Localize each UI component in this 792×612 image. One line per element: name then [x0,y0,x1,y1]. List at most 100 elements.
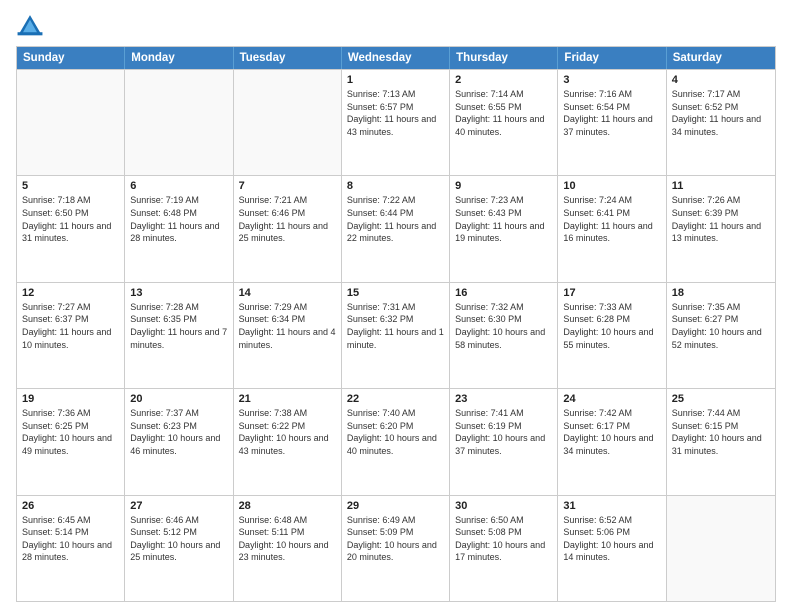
cell-info: Sunrise: 7:32 AMSunset: 6:30 PMDaylight:… [455,301,552,351]
cell-day-number: 25 [672,393,770,405]
cell-day-number: 6 [130,180,227,192]
cell-info: Sunrise: 7:19 AMSunset: 6:48 PMDaylight:… [130,194,227,244]
cell-day-number: 15 [347,287,444,299]
cell-info: Sunrise: 7:38 AMSunset: 6:22 PMDaylight:… [239,407,336,457]
table-row: 28 Sunrise: 6:48 AMSunset: 5:11 PMDayligh… [234,496,342,601]
cell-day-number: 3 [563,74,660,86]
cell-info: Sunrise: 7:41 AMSunset: 6:19 PMDaylight:… [455,407,552,457]
calendar-week-2: 5 Sunrise: 7:18 AMSunset: 6:50 PMDaylight… [17,175,775,281]
cell-info: Sunrise: 7:44 AMSunset: 6:15 PMDaylight:… [672,407,770,457]
cell-info: Sunrise: 7:37 AMSunset: 6:23 PMDaylight:… [130,407,227,457]
table-row: 11 Sunrise: 7:26 AMSunset: 6:39 PMDayligh… [667,176,775,281]
table-row: 19 Sunrise: 7:36 AMSunset: 6:25 PMDayligh… [17,389,125,494]
cell-info: Sunrise: 7:40 AMSunset: 6:20 PMDaylight:… [347,407,444,457]
cell-info: Sunrise: 6:52 AMSunset: 5:06 PMDaylight:… [563,514,660,564]
cell-day-number: 12 [22,287,119,299]
table-row: 27 Sunrise: 6:46 AMSunset: 5:12 PMDayligh… [125,496,233,601]
calendar-week-4: 19 Sunrise: 7:36 AMSunset: 6:25 PMDayligh… [17,388,775,494]
cell-info: Sunrise: 7:33 AMSunset: 6:28 PMDaylight:… [563,301,660,351]
calendar-week-1: 1 Sunrise: 7:13 AMSunset: 6:57 PMDaylight… [17,69,775,175]
cell-info: Sunrise: 7:21 AMSunset: 6:46 PMDaylight:… [239,194,336,244]
cell-day-number: 20 [130,393,227,405]
cell-info: Sunrise: 7:28 AMSunset: 6:35 PMDaylight:… [130,301,227,351]
cell-day-number: 10 [563,180,660,192]
table-row: 29 Sunrise: 6:49 AMSunset: 5:09 PMDayligh… [342,496,450,601]
cell-info: Sunrise: 7:35 AMSunset: 6:27 PMDaylight:… [672,301,770,351]
cal-header-day: Monday [125,47,233,69]
cal-header-day: Sunday [17,47,125,69]
cell-day-number: 4 [672,74,770,86]
cell-info: Sunrise: 7:14 AMSunset: 6:55 PMDaylight:… [455,88,552,138]
cell-day-number: 28 [239,500,336,512]
cell-day-number: 18 [672,287,770,299]
cell-info: Sunrise: 7:42 AMSunset: 6:17 PMDaylight:… [563,407,660,457]
cell-day-number: 26 [22,500,119,512]
table-row: 25 Sunrise: 7:44 AMSunset: 6:15 PMDayligh… [667,389,775,494]
cell-day-number: 19 [22,393,119,405]
table-row: 10 Sunrise: 7:24 AMSunset: 6:41 PMDayligh… [558,176,666,281]
table-row: 12Sunrise: 7:27 AMSunset: 6:37 PMDayligh… [17,283,125,388]
cell-day-number: 7 [239,180,336,192]
table-row [667,496,775,601]
table-row [234,70,342,175]
cell-day-number: 30 [455,500,552,512]
table-row: 14Sunrise: 7:29 AMSunset: 6:34 PMDayligh… [234,283,342,388]
calendar-header-row: SundayMondayTuesdayWednesdayThursdayFrid… [17,47,775,69]
cell-info: Sunrise: 6:49 AMSunset: 5:09 PMDaylight:… [347,514,444,564]
table-row: 30 Sunrise: 6:50 AMSunset: 5:08 PMDayligh… [450,496,558,601]
cell-day-number: 11 [672,180,770,192]
table-row: 5 Sunrise: 7:18 AMSunset: 6:50 PMDaylight… [17,176,125,281]
cell-info: Sunrise: 7:18 AMSunset: 6:50 PMDaylight:… [22,194,119,244]
cell-info: Sunrise: 7:36 AMSunset: 6:25 PMDaylight:… [22,407,119,457]
cal-header-day: Saturday [667,47,775,69]
table-row [17,70,125,175]
calendar: SundayMondayTuesdayWednesdayThursdayFrid… [16,46,776,602]
cell-info: Sunrise: 7:22 AMSunset: 6:44 PMDaylight:… [347,194,444,244]
table-row: 1 Sunrise: 7:13 AMSunset: 6:57 PMDaylight… [342,70,450,175]
cell-info: Sunrise: 6:48 AMSunset: 5:11 PMDaylight:… [239,514,336,564]
cal-header-day: Tuesday [234,47,342,69]
table-row: 23 Sunrise: 7:41 AMSunset: 6:19 PMDayligh… [450,389,558,494]
cell-info: Sunrise: 7:31 AMSunset: 6:32 PMDaylight:… [347,301,444,351]
table-row: 24 Sunrise: 7:42 AMSunset: 6:17 PMDayligh… [558,389,666,494]
table-row: 21 Sunrise: 7:38 AMSunset: 6:22 PMDayligh… [234,389,342,494]
calendar-week-5: 26 Sunrise: 6:45 AMSunset: 5:14 PMDayligh… [17,495,775,601]
cell-day-number: 17 [563,287,660,299]
cell-info: Sunrise: 7:17 AMSunset: 6:52 PMDaylight:… [672,88,770,138]
table-row: 8 Sunrise: 7:22 AMSunset: 6:44 PMDaylight… [342,176,450,281]
cell-info: Sunrise: 7:16 AMSunset: 6:54 PMDaylight:… [563,88,660,138]
cell-info: Sunrise: 7:29 AMSunset: 6:34 PMDaylight:… [239,301,336,351]
cell-day-number: 1 [347,74,444,86]
table-row: 9 Sunrise: 7:23 AMSunset: 6:43 PMDaylight… [450,176,558,281]
cell-info: Sunrise: 6:45 AMSunset: 5:14 PMDaylight:… [22,514,119,564]
table-row: 13Sunrise: 7:28 AMSunset: 6:35 PMDayligh… [125,283,233,388]
cell-info: Sunrise: 6:46 AMSunset: 5:12 PMDaylight:… [130,514,227,564]
cell-day-number: 8 [347,180,444,192]
cell-info: Sunrise: 7:24 AMSunset: 6:41 PMDaylight:… [563,194,660,244]
cell-day-number: 9 [455,180,552,192]
cal-header-day: Friday [558,47,666,69]
table-row: 4 Sunrise: 7:17 AMSunset: 6:52 PMDaylight… [667,70,775,175]
table-row: 3 Sunrise: 7:16 AMSunset: 6:54 PMDaylight… [558,70,666,175]
cell-day-number: 21 [239,393,336,405]
calendar-week-3: 12Sunrise: 7:27 AMSunset: 6:37 PMDayligh… [17,282,775,388]
table-row: 22 Sunrise: 7:40 AMSunset: 6:20 PMDayligh… [342,389,450,494]
cell-day-number: 29 [347,500,444,512]
table-row: 2Sunrise: 7:14 AMSunset: 6:55 PMDaylight… [450,70,558,175]
cell-day-number: 22 [347,393,444,405]
cell-info: Sunrise: 7:26 AMSunset: 6:39 PMDaylight:… [672,194,770,244]
cell-info: Sunrise: 6:50 AMSunset: 5:08 PMDaylight:… [455,514,552,564]
cal-header-day: Thursday [450,47,558,69]
table-row: 7 Sunrise: 7:21 AMSunset: 6:46 PMDaylight… [234,176,342,281]
page: SundayMondayTuesdayWednesdayThursdayFrid… [0,0,792,612]
cell-day-number: 23 [455,393,552,405]
cell-day-number: 27 [130,500,227,512]
table-row: 20 Sunrise: 7:37 AMSunset: 6:23 PMDayligh… [125,389,233,494]
cell-day-number: 24 [563,393,660,405]
table-row [125,70,233,175]
cell-day-number: 31 [563,500,660,512]
cell-day-number: 5 [22,180,119,192]
cell-info: Sunrise: 7:23 AMSunset: 6:43 PMDaylight:… [455,194,552,244]
cell-day-number: 16 [455,287,552,299]
cell-info: Sunrise: 7:13 AMSunset: 6:57 PMDaylight:… [347,88,444,138]
